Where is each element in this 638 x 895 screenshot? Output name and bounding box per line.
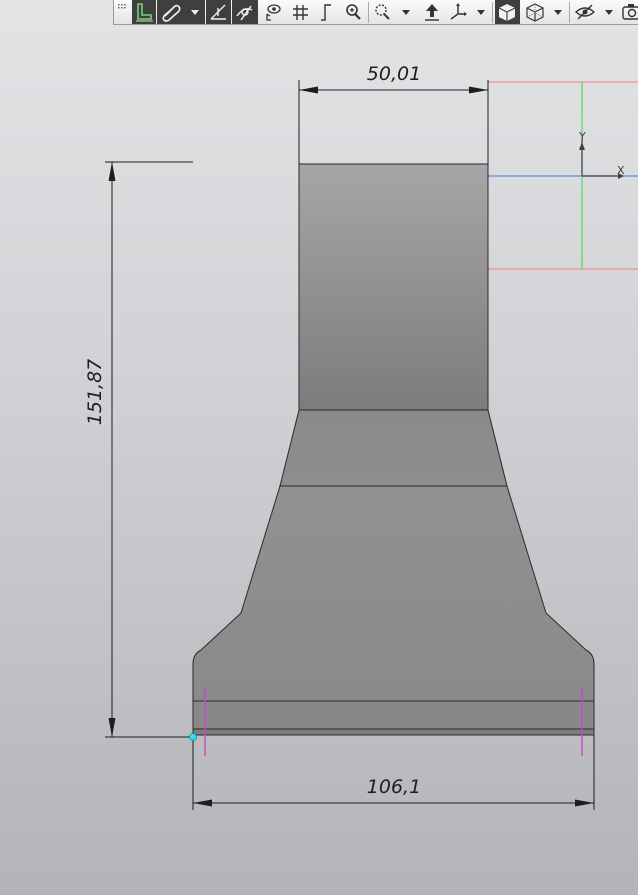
dimension-bottom-width[interactable] [192, 735, 595, 810]
part-base-edge [192, 728, 595, 736]
y-axis-arrow-icon [579, 142, 585, 150]
part-base-flange [192, 700, 595, 730]
part-body[interactable] [192, 163, 595, 736]
dimension-bottom-value[interactable]: 106,1 [367, 776, 421, 798]
selected-point[interactable] [189, 733, 197, 741]
dimension-top-width[interactable] [298, 80, 489, 164]
axis-x-label: X [617, 164, 625, 177]
origin-frame: Y X [487, 81, 638, 270]
part-taper-lower [192, 485, 595, 702]
dimension-top-value[interactable]: 50,01 [367, 63, 421, 85]
part-taper-upper [279, 409, 508, 487]
dimension-height[interactable] [105, 161, 193, 738]
part-top-block [298, 163, 489, 411]
dimension-height-value[interactable]: 151,87 [84, 359, 106, 425]
model-viewport[interactable]: Y X 50,01 151,87 106,1 [0, 0, 638, 895]
axis-y-label: Y [578, 130, 586, 143]
